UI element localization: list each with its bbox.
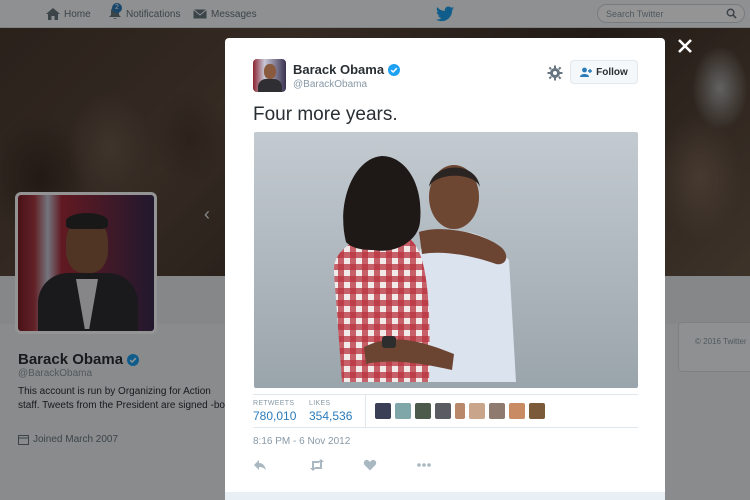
likes-label: LIKES [309,400,331,407]
tweet-timestamp[interactable]: 8:16 PM - 6 Nov 2012 [253,436,350,447]
liker-avatar[interactable] [489,403,505,419]
modal-footer [225,492,665,500]
liker-avatar[interactable] [435,403,451,419]
tweet-modal: Barack Obama @BarackObama Follow Four mo… [225,38,665,500]
add-user-icon [580,67,593,77]
tweet-stats: RETWEETS 780,010 LIKES 354,536 [253,394,638,428]
retweets-label: RETWEETS [253,400,295,407]
retweets-stat[interactable]: RETWEETS 780,010 [253,400,296,423]
liker-avatar[interactable] [415,403,431,419]
liker-avatar[interactable] [509,403,525,419]
close-icon[interactable] [676,37,694,55]
follow-button[interactable]: Follow [570,60,638,84]
reply-icon[interactable] [253,458,267,472]
liker-avatar[interactable] [455,403,465,419]
likes-count: 354,536 [309,409,353,423]
liker-avatar[interactable] [529,403,545,419]
liker-avatar[interactable] [395,403,411,419]
liker-avatar[interactable] [469,403,485,419]
tweet-author-handle[interactable]: @BarackObama [293,79,367,90]
likers-avatars [375,403,549,419]
tweet-actions [253,458,453,474]
tweet-author-avatar[interactable] [253,59,286,92]
liker-avatar[interactable] [375,403,391,419]
stats-divider [365,395,366,427]
tweet-author-name[interactable]: Barack Obama [293,62,401,77]
heart-icon[interactable] [363,458,377,472]
tweet-text: Four more years. [253,104,398,125]
tweet-photo[interactable] [254,132,638,388]
retweet-icon[interactable] [309,458,325,472]
more-icon[interactable] [417,458,431,472]
gear-icon[interactable] [547,65,563,81]
verified-badge-icon [388,63,401,76]
likes-stat[interactable]: LIKES 354,536 [309,400,352,423]
retweets-count: 780,010 [253,409,297,423]
